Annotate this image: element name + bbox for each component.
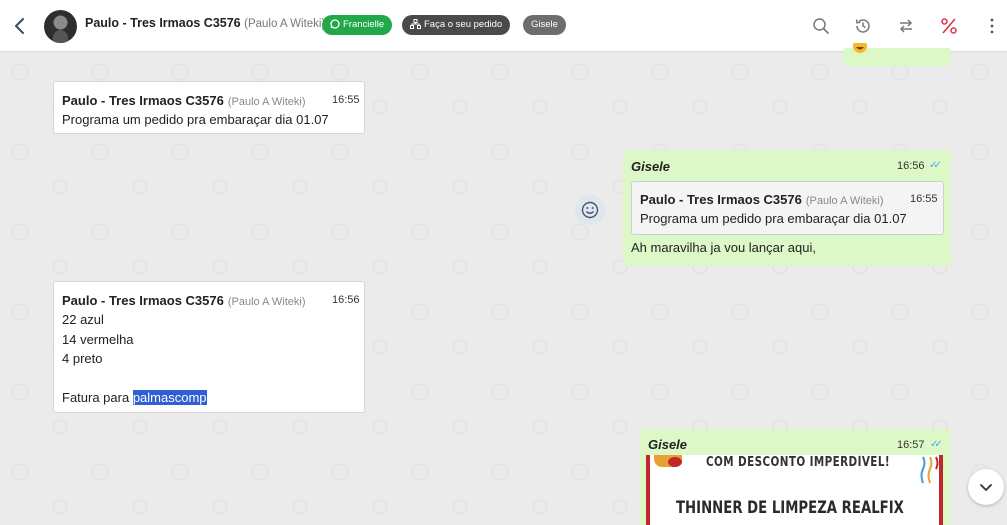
quoted-time: 16:55 — [910, 193, 938, 205]
smiley-icon — [581, 201, 599, 219]
message-sender-sub: (Paulo A Witeki) — [227, 296, 306, 308]
react-button[interactable] — [575, 195, 605, 225]
percent-icon[interactable] — [939, 16, 959, 36]
message-text: 22 azul 14 vermelha 4 preto Fatura para … — [62, 310, 207, 408]
tag-gisele[interactable]: Gisele — [523, 15, 566, 35]
message-text: Programa um pedido pra embaraçar dia 01.… — [62, 112, 329, 127]
previous-outgoing-bubble — [843, 43, 951, 66]
image-text-line1: COM DESCONTO IMPERDÍVEL! — [706, 455, 890, 470]
tag-label: Gisele — [531, 19, 558, 30]
chat-area[interactable]: Paulo - Tres Irmaos C3576 (Paulo A Witeki… — [0, 43, 1007, 525]
message-sender: Gisele — [631, 159, 671, 174]
contact-avatar[interactable] — [44, 10, 77, 43]
message-time: 16:56 — [897, 160, 925, 172]
message-time: 16:55 — [332, 94, 360, 106]
tag-label: Faça o seu pedido — [424, 19, 503, 30]
message-incoming[interactable]: Paulo - Tres Irmaos C3576 (Paulo A Witeki… — [53, 81, 365, 134]
message-line: Fatura para palmascomp — [62, 388, 207, 408]
contact-subtitle: (Paulo A Witeki) — [244, 18, 326, 30]
message-outgoing[interactable]: Gisele 16:56 ✓✓ Paulo - Tres Irmaos C357… — [623, 150, 951, 266]
message-text: Ah maravilha ja vou lançar aqui, — [631, 240, 816, 255]
image-text-line2: THINNER DE LIMPEZA REALFIX — [676, 498, 904, 518]
contact-name: Paulo - Tres Irmaos C3576 — [85, 16, 241, 30]
tag-faca-seu-pedido[interactable]: Faça o seu pedido — [402, 15, 511, 35]
message-line: 14 vermelha — [62, 331, 134, 347]
message-line: 4 preto — [62, 351, 103, 366]
message-sender: Gisele — [648, 437, 688, 452]
message-sender: Paulo - Tres Irmaos C3576 — [62, 293, 224, 308]
message-line: 22 azul — [62, 312, 104, 327]
message-sender: Paulo - Tres Irmaos C3576 — [62, 93, 224, 108]
quoted-text: Programa um pedido pra embaraçar dia 01.… — [640, 211, 907, 226]
emoji-icon — [853, 43, 867, 53]
contact-title[interactable]: Paulo - Tres Irmaos C3576 (Paulo A Witek… — [85, 16, 325, 30]
kebab-menu-icon[interactable] — [982, 16, 1002, 36]
read-ticks-icon: ✓✓ — [929, 160, 942, 171]
scroll-down-button[interactable] — [968, 469, 1004, 505]
quoted-message[interactable]: Paulo - Tres Irmaos C3576 (Paulo A Witeki… — [631, 181, 944, 235]
chevron-down-icon — [980, 484, 992, 491]
whatsapp-icon — [330, 19, 340, 29]
sitemap-icon — [410, 19, 421, 29]
quoted-sender-sub: (Paulo A Witeki) — [805, 195, 884, 207]
tag-francielle[interactable]: Francielle — [322, 15, 393, 35]
selected-text: palmascomp — [132, 390, 207, 405]
quoted-sender: Paulo - Tres Irmaos C3576 — [640, 192, 802, 207]
message-time: 16:56 — [332, 294, 360, 306]
tag-label: Francielle — [343, 19, 385, 30]
read-ticks-icon: ✓✓ — [930, 439, 943, 450]
fatura-prefix: Fatura para — [62, 390, 133, 405]
message-sender-sub: (Paulo A Witeki) — [227, 96, 306, 108]
search-icon[interactable] — [811, 16, 831, 36]
message-incoming[interactable]: Paulo - Tres Irmaos C3576 (Paulo A Witeki… — [53, 281, 365, 413]
message-image[interactable]: COM DESCONTO IMPERDÍVEL! THINNER DE LIMP… — [646, 455, 943, 525]
message-time: 16:57 — [897, 439, 925, 451]
decor-squiggle — [920, 456, 939, 484]
back-arrow-icon[interactable] — [11, 16, 29, 36]
history-icon[interactable] — [853, 16, 873, 36]
transfer-icon[interactable] — [896, 16, 916, 36]
decor-shape — [668, 457, 682, 467]
